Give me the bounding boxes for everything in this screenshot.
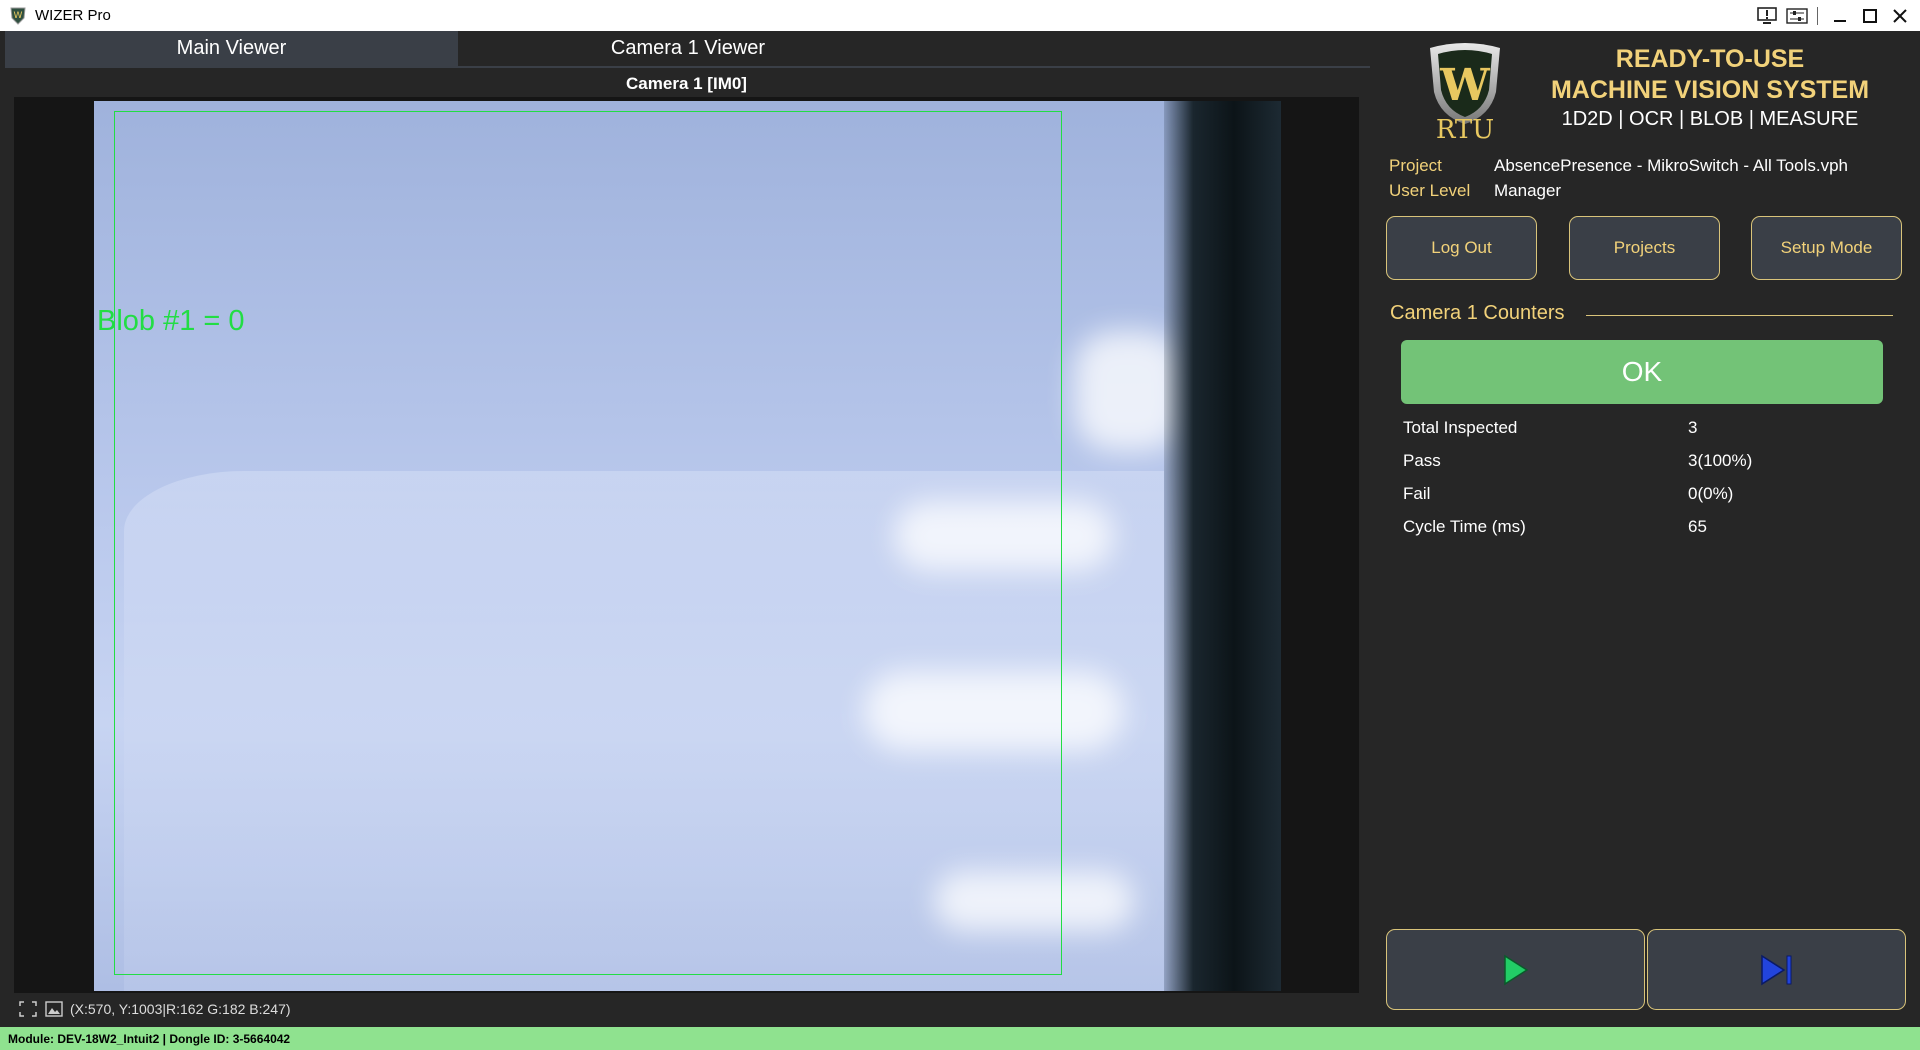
logo-text: RTU bbox=[1436, 115, 1494, 140]
rtu-logo: W RTU bbox=[1430, 43, 1500, 140]
image-viewer[interactable]: Blob #1 = 0 bbox=[14, 97, 1359, 993]
brand-subline: 1D2D | OCR | BLOB | MEASURE bbox=[1561, 108, 1859, 130]
headline-line-1: READY-TO-USE bbox=[1615, 45, 1805, 73]
user-level-value: Manager bbox=[1494, 181, 1562, 200]
stat-row-pass: Pass 3(100%) bbox=[1403, 451, 1883, 471]
settings-sliders-icon[interactable] bbox=[1783, 3, 1811, 29]
window-title: WIZER Pro bbox=[35, 7, 111, 24]
title-separator bbox=[1817, 6, 1818, 25]
coord-readout: (X:570, Y:1003|R:162 G:182 B:247) bbox=[70, 1001, 291, 1017]
counters-title: Camera 1 Counters bbox=[1390, 302, 1565, 324]
stat-value: 0(0%) bbox=[1688, 484, 1734, 503]
window-controls bbox=[1751, 0, 1914, 31]
stat-value: 65 bbox=[1688, 517, 1707, 536]
close-icon[interactable] bbox=[1886, 3, 1914, 29]
stat-label: Total Inspected bbox=[1403, 418, 1518, 437]
minimize-icon[interactable] bbox=[1826, 3, 1854, 29]
maximize-icon[interactable] bbox=[1856, 3, 1884, 29]
logo-letter: W bbox=[1439, 60, 1490, 111]
fit-screen-icon[interactable] bbox=[18, 1000, 38, 1018]
tab-main-viewer[interactable]: Main Viewer bbox=[5, 31, 458, 66]
step-forward-icon bbox=[1760, 954, 1791, 985]
result-banner: OK bbox=[1401, 340, 1883, 404]
stat-row-fail: Fail 0(0%) bbox=[1403, 484, 1883, 504]
camera-label: Camera 1 [IM0] bbox=[626, 74, 747, 93]
app-logo-icon: W bbox=[10, 7, 26, 25]
user-level-row: User Level Manager bbox=[1389, 181, 1561, 201]
blob-result-label: Blob #1 = 0 bbox=[97, 305, 245, 337]
stat-label: Pass bbox=[1403, 451, 1441, 470]
image-icon[interactable] bbox=[44, 1000, 64, 1018]
log-out-button[interactable]: Log Out bbox=[1386, 216, 1537, 280]
monitor-alert-icon[interactable] bbox=[1753, 3, 1781, 29]
title-bar: W WIZER Pro bbox=[0, 0, 1920, 31]
image-dark-edge bbox=[1164, 101, 1281, 991]
stat-value: 3 bbox=[1688, 418, 1698, 437]
counters-divider bbox=[1586, 315, 1893, 316]
stat-row-cycle-time: Cycle Time (ms) 65 bbox=[1403, 517, 1883, 537]
viewer-tabs: Main Viewer Camera 1 Viewer bbox=[5, 31, 1370, 68]
stat-label: Fail bbox=[1403, 484, 1431, 503]
stat-value: 3(100%) bbox=[1688, 451, 1753, 470]
stat-label: Cycle Time (ms) bbox=[1403, 517, 1526, 536]
tab-divider bbox=[5, 66, 1370, 68]
project-row: Project AbsencePresence - MikroSwitch - … bbox=[1389, 156, 1848, 176]
project-label: Project bbox=[1389, 156, 1442, 175]
roi-box[interactable] bbox=[114, 111, 1062, 975]
headline-line-2: MACHINE VISION SYSTEM bbox=[1550, 76, 1870, 104]
tab-camera-1-viewer[interactable]: Camera 1 Viewer bbox=[458, 31, 918, 66]
projects-button[interactable]: Projects bbox=[1569, 216, 1720, 280]
setup-mode-button[interactable]: Setup Mode bbox=[1751, 216, 1902, 280]
coord-status: (X:570, Y:1003|R:162 G:182 B:247) bbox=[18, 998, 291, 1020]
step-button[interactable] bbox=[1647, 929, 1906, 1010]
svg-text:W: W bbox=[14, 11, 23, 21]
run-button[interactable] bbox=[1386, 929, 1645, 1010]
user-level-label: User Level bbox=[1389, 181, 1471, 200]
play-icon bbox=[1503, 954, 1528, 985]
stat-row-total: Total Inspected 3 bbox=[1403, 418, 1883, 438]
brand-headline: READY-TO-USE MACHINE VISION SYSTEM bbox=[1530, 44, 1890, 106]
project-value: AbsencePresence - MikroSwitch - All Tool… bbox=[1494, 156, 1849, 175]
module-status-bar: Module: DEV-18W2_Intuit2 | Dongle ID: 3-… bbox=[0, 1027, 1920, 1050]
